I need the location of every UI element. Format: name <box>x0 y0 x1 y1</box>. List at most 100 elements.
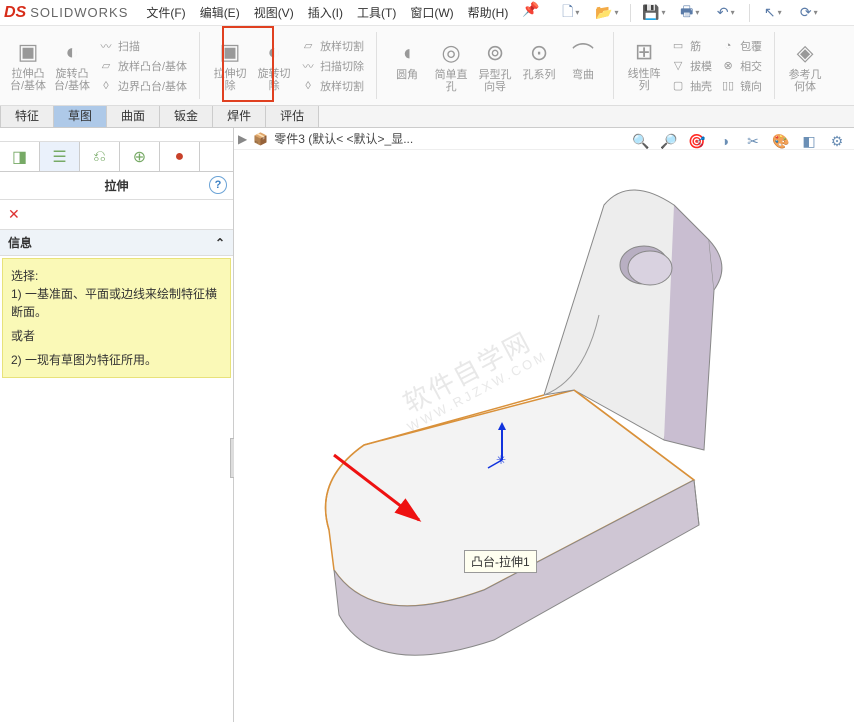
panel-tab-property[interactable]: ☰ <box>40 142 80 171</box>
rib-button[interactable]: ▭筋 <box>670 38 712 54</box>
qat-sep <box>749 4 750 22</box>
qat-select-button[interactable]: ↖ <box>758 2 788 24</box>
panel-tab-dim[interactable]: ⊕ <box>120 142 160 171</box>
info-select: 选择: <box>11 267 222 285</box>
hole-series-button[interactable]: ⊙孔系列 <box>517 39 561 93</box>
logo-mark: DS <box>4 4 26 22</box>
tab-weldment[interactable]: 焊件 <box>212 103 266 127</box>
tab-surface[interactable]: 曲面 <box>106 103 160 127</box>
menu-help[interactable]: 帮助(H) <box>462 1 515 24</box>
linear-pattern-button[interactable]: ⊞线性阵 列 <box>622 38 666 94</box>
sweep-cut-button[interactable]: 〰扫描切除 <box>300 58 364 74</box>
menu-insert[interactable]: 插入(I) <box>302 1 349 24</box>
panel-spacer <box>0 128 233 142</box>
intersect-button[interactable]: ⊗相交 <box>720 58 762 74</box>
panel-title-bar: 拉伸 ? <box>0 172 233 200</box>
wrap-label: 包覆 <box>740 38 762 54</box>
qat-rebuild-button[interactable]: ⟳ <box>794 2 824 24</box>
qat-undo-button[interactable]: ↶ <box>711 2 741 24</box>
qat-print-button[interactable]: 🖶 <box>675 2 705 24</box>
info-message: 选择: 1) 一基准面、平面或边线来绘制特征横断面。 或者 2) 一现有草图为特… <box>2 258 231 378</box>
revolve-cut-button[interactable]: ◐旋转切 除 <box>252 38 296 94</box>
breadcrumb: ▶ 📦 零件3 (默认< <默认>_显... <box>234 128 854 150</box>
sweep-icon: 〰 <box>98 38 114 54</box>
qat-new-button[interactable]: 🗋 <box>556 2 586 24</box>
model-render <box>234 150 854 710</box>
ribbon-divider <box>613 32 614 99</box>
breadcrumb-arrow-icon[interactable]: ▶ <box>238 132 247 146</box>
qat-open-button[interactable]: 📂 <box>592 2 622 24</box>
3d-viewport[interactable]: 软件自学网 WWW.RJZXW.COM ✳ 凸台-拉伸1 <box>234 150 854 722</box>
ref-geom-button[interactable]: ◈参考几 何体 <box>783 39 827 93</box>
menu-file[interactable]: 文件(F) <box>140 1 191 24</box>
menu-edit[interactable]: 编辑(E) <box>194 1 246 24</box>
hole-series-icon: ⊙ <box>525 39 553 67</box>
help-icon[interactable]: ? <box>209 176 227 194</box>
revolve-cut-icon: ◐ <box>260 38 288 66</box>
hole-icon: ◎ <box>437 39 465 67</box>
ribbon-divider <box>774 32 775 99</box>
loft-cut-button[interactable]: ▱放样切割 <box>300 38 364 54</box>
hole-wizard-button[interactable]: ⊚异型孔 向导 <box>473 39 517 93</box>
boundary-cut-icon: ◊ <box>300 78 316 94</box>
boundary-icon: ◊ <box>98 78 114 94</box>
boundary-button[interactable]: ◊边界凸台/基体 <box>98 78 187 94</box>
extrude-cut-button[interactable]: ▣拉伸切 除 <box>208 38 252 94</box>
mirror-button[interactable]: ▯▯镜向 <box>720 78 762 94</box>
main-area: ◨ ☰ ⎌ ⊕ ● 拉伸 ? ✕ 信息 ⌃ 选择: 1) 一基准面、平面或边线来… <box>0 128 854 722</box>
info-section-header[interactable]: 信息 ⌃ <box>0 230 233 256</box>
menu-view[interactable]: 视图(V) <box>248 1 300 24</box>
draft-button[interactable]: ▽拔模 <box>670 58 712 74</box>
breadcrumb-part[interactable]: 零件3 (默认< <默认>_显... <box>274 130 413 147</box>
shell-button[interactable]: ▢抽壳 <box>670 78 712 94</box>
boundary-cut-button[interactable]: ◊放样切割 <box>300 78 364 94</box>
extrude-boss-button[interactable]: ▣拉伸凸 台/基体 <box>6 38 50 94</box>
revolve-cut-label: 旋转切 除 <box>258 68 291 92</box>
wrap-button[interactable]: ◔包覆 <box>720 38 762 54</box>
main-menu: 文件(F) 编辑(E) 视图(V) 插入(I) 工具(T) 窗口(W) 帮助(H… <box>140 1 545 24</box>
revolve-icon: ◐ <box>58 38 86 66</box>
qat-save-button[interactable]: 💾 <box>639 2 669 24</box>
collapse-icon: ⌃ <box>215 236 225 250</box>
ribbon-divider <box>376 32 377 99</box>
ribbon-group-ref: ◈参考几 何体 <box>777 28 833 103</box>
ribbon-group-cut: ▣拉伸切 除 ◐旋转切 除 ▱放样切割 〰扫描切除 ◊放样切割 <box>202 28 374 103</box>
linear-pattern-icon: ⊞ <box>630 38 658 66</box>
extrude-icon: ▣ <box>14 38 42 66</box>
bend-icon: ⌒ <box>569 39 597 67</box>
simple-hole-button[interactable]: ◎简单直 孔 <box>429 39 473 93</box>
wrap-icon: ◔ <box>720 38 736 54</box>
ribbon-group-pattern: ⊞线性阵 列 ▭筋 ▽拔模 ▢抽壳 ◔包覆 ⊗相交 ▯▯镜向 <box>616 28 772 103</box>
panel-title: 拉伸 <box>104 177 128 194</box>
tab-feature[interactable]: 特征 <box>0 103 54 127</box>
extrude-cut-icon: ▣ <box>216 38 244 66</box>
tab-sketch[interactable]: 草图 <box>53 103 107 127</box>
menu-window[interactable]: 窗口(W) <box>404 1 459 24</box>
mirror-icon: ▯▯ <box>720 78 736 94</box>
menu-tools[interactable]: 工具(T) <box>351 1 402 24</box>
extrude-cut-label: 拉伸切 除 <box>214 68 247 92</box>
bend-label: 弯曲 <box>572 69 594 81</box>
tab-evaluate[interactable]: 评估 <box>265 103 319 127</box>
fillet-button[interactable]: ◖圆角 <box>385 39 429 93</box>
feature-tabs: 特征 草图 曲面 钣金 焊件 评估 <box>0 106 854 128</box>
revolve-boss-button[interactable]: ◐旋转凸 台/基体 <box>50 38 94 94</box>
panel-tab-feature-tree[interactable]: ◨ <box>0 142 40 171</box>
bend-button[interactable]: ⌒ 弯曲 <box>561 39 605 93</box>
loft-cut-icon: ▱ <box>300 38 316 54</box>
draft-label: 拔模 <box>690 58 712 74</box>
revolve-label: 旋转凸 台/基体 <box>54 68 90 92</box>
panel-tab-appearance[interactable]: ● <box>160 142 200 171</box>
panel-tab-config[interactable]: ⎌ <box>80 142 120 171</box>
mirror-label: 镜向 <box>740 78 762 94</box>
boundary-label: 边界凸台/基体 <box>118 78 187 94</box>
shell-label: 抽壳 <box>690 78 712 94</box>
rib-label: 筋 <box>690 38 701 54</box>
extrude-label: 拉伸凸 台/基体 <box>10 68 46 92</box>
feature-tooltip: 凸台-拉伸1 <box>464 550 537 573</box>
sweep-button[interactable]: 〰扫描 <box>98 38 187 54</box>
pin-icon[interactable]: 📌 <box>522 1 539 24</box>
close-button[interactable]: ✕ <box>0 200 233 230</box>
loft-button[interactable]: ▱放样凸台/基体 <box>98 58 187 74</box>
tab-sheetmetal[interactable]: 钣金 <box>159 103 213 127</box>
